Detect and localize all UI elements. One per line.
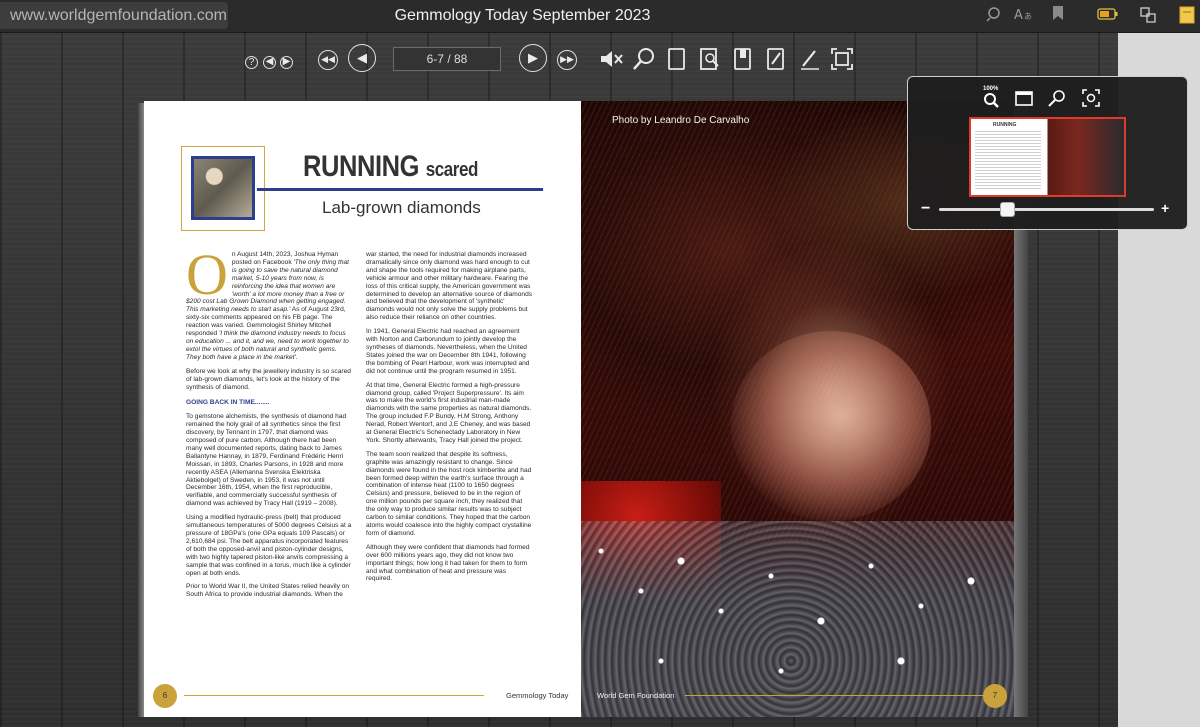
url-display[interactable]: www.worldgemfoundation.com: [0, 2, 228, 29]
footer-rule: [184, 695, 484, 696]
prev-small-icon[interactable]: ◀: [263, 56, 276, 69]
footer-rule: [685, 695, 985, 696]
next-small-icon[interactable]: ▶: [280, 56, 293, 69]
search-icon[interactable]: [984, 5, 1006, 27]
fit-window-icon[interactable]: [1014, 88, 1034, 108]
bookmark-page-icon[interactable]: [730, 46, 756, 72]
text-column-2: war started, the need for industrial dia…: [366, 251, 533, 589]
paragraph: Before we look at why the jewellery indu…: [186, 367, 351, 391]
fullscreen-icon[interactable]: [829, 46, 855, 72]
battery-icon: [1097, 5, 1119, 27]
article-title: RUNNING scared: [303, 150, 478, 184]
zoom-slider-handle[interactable]: [1000, 202, 1016, 217]
paragraph: To gemstone alchemists, the synthesis of…: [186, 413, 347, 508]
paragraph: At that time, General Electric formed a …: [366, 381, 532, 444]
article-subtitle: Lab-grown diamonds: [322, 198, 481, 217]
footer-publication: Gemmology Today: [506, 691, 569, 700]
svg-text:あ: あ: [1024, 12, 1032, 21]
zoom-out-button[interactable]: −: [921, 200, 930, 218]
last-page-icon[interactable]: ▶▶: [557, 50, 577, 70]
paragraph: Prior to World War II, the United States…: [186, 583, 350, 599]
left-page[interactable]: RUNNING scared Lab-grown diamonds On Aug…: [144, 101, 581, 717]
title-suffix: scared: [425, 159, 479, 181]
notes-icon[interactable]: [763, 46, 789, 72]
page-number-left: 6: [153, 684, 177, 708]
thumbnail-title: RUNNING: [993, 122, 1017, 128]
mute-icon[interactable]: [598, 46, 624, 72]
single-page-icon[interactable]: [664, 46, 690, 72]
zoom-panel: 100% RUNNING − +: [907, 76, 1188, 230]
paragraph: war started, the need for industrial dia…: [366, 251, 533, 322]
title-main: RUNNING: [303, 150, 420, 183]
svg-text:A: A: [1014, 8, 1023, 23]
author-photo: [191, 156, 255, 220]
paragraph: The team soon realized that despite its …: [366, 450, 532, 537]
photo-credit: Photo by Leandro De Carvalho: [612, 115, 750, 126]
footer-foundation: World Gem Foundation: [597, 691, 675, 700]
page-number-right: 7: [983, 684, 1007, 708]
photo-diamonds: [581, 521, 1014, 717]
previous-page-icon[interactable]: ◀: [348, 44, 376, 72]
text-column-1: On August 14th, 2023, Joshua Hyman poste…: [186, 242, 353, 605]
window-title: Gemmology Today September 2023: [394, 7, 651, 24]
thumbnail-text-lines: [975, 131, 1041, 191]
zoom-slider-track[interactable]: [939, 208, 1154, 211]
zoom-navigator-thumbnail[interactable]: RUNNING: [969, 117, 1126, 197]
read-aloud-icon[interactable]: Aあ: [1012, 5, 1034, 27]
zoom-region-icon[interactable]: [1081, 88, 1101, 108]
folder-icon[interactable]: [1176, 5, 1198, 27]
paragraph: On August 14th, 2023, Joshua Hyman poste…: [186, 242, 353, 362]
photo-face: [731, 331, 931, 521]
section-heading: GOING BACK IN TIME........: [186, 399, 270, 407]
next-page-icon[interactable]: ▶: [519, 44, 547, 72]
zoom-tool-icon[interactable]: [1047, 88, 1067, 108]
bookmark-icon[interactable]: [1047, 5, 1069, 27]
paragraph: In 1941, General Electric had reached an…: [366, 328, 530, 375]
zoom-100-icon[interactable]: [981, 88, 1001, 108]
drop-cap: O: [186, 242, 228, 307]
first-page-icon[interactable]: ◀◀: [318, 50, 338, 70]
title-underline: [257, 188, 543, 191]
search-page-icon[interactable]: [697, 46, 723, 72]
zoom-in-button[interactable]: +: [1161, 200, 1169, 216]
extensions-icon[interactable]: [1137, 5, 1159, 27]
help-icon[interactable]: ?: [245, 56, 258, 69]
browser-titlebar: www.worldgemfoundation.com Gemmology Tod…: [0, 0, 1200, 33]
paragraph: Although they were confident that diamon…: [366, 543, 530, 583]
zoom-icon[interactable]: [631, 46, 657, 72]
paragraph: Using a modified hydraulic-press (belt) …: [186, 514, 352, 577]
page-number-input[interactable]: 6-7 / 88: [393, 47, 501, 71]
pen-draw-icon[interactable]: [797, 46, 823, 72]
